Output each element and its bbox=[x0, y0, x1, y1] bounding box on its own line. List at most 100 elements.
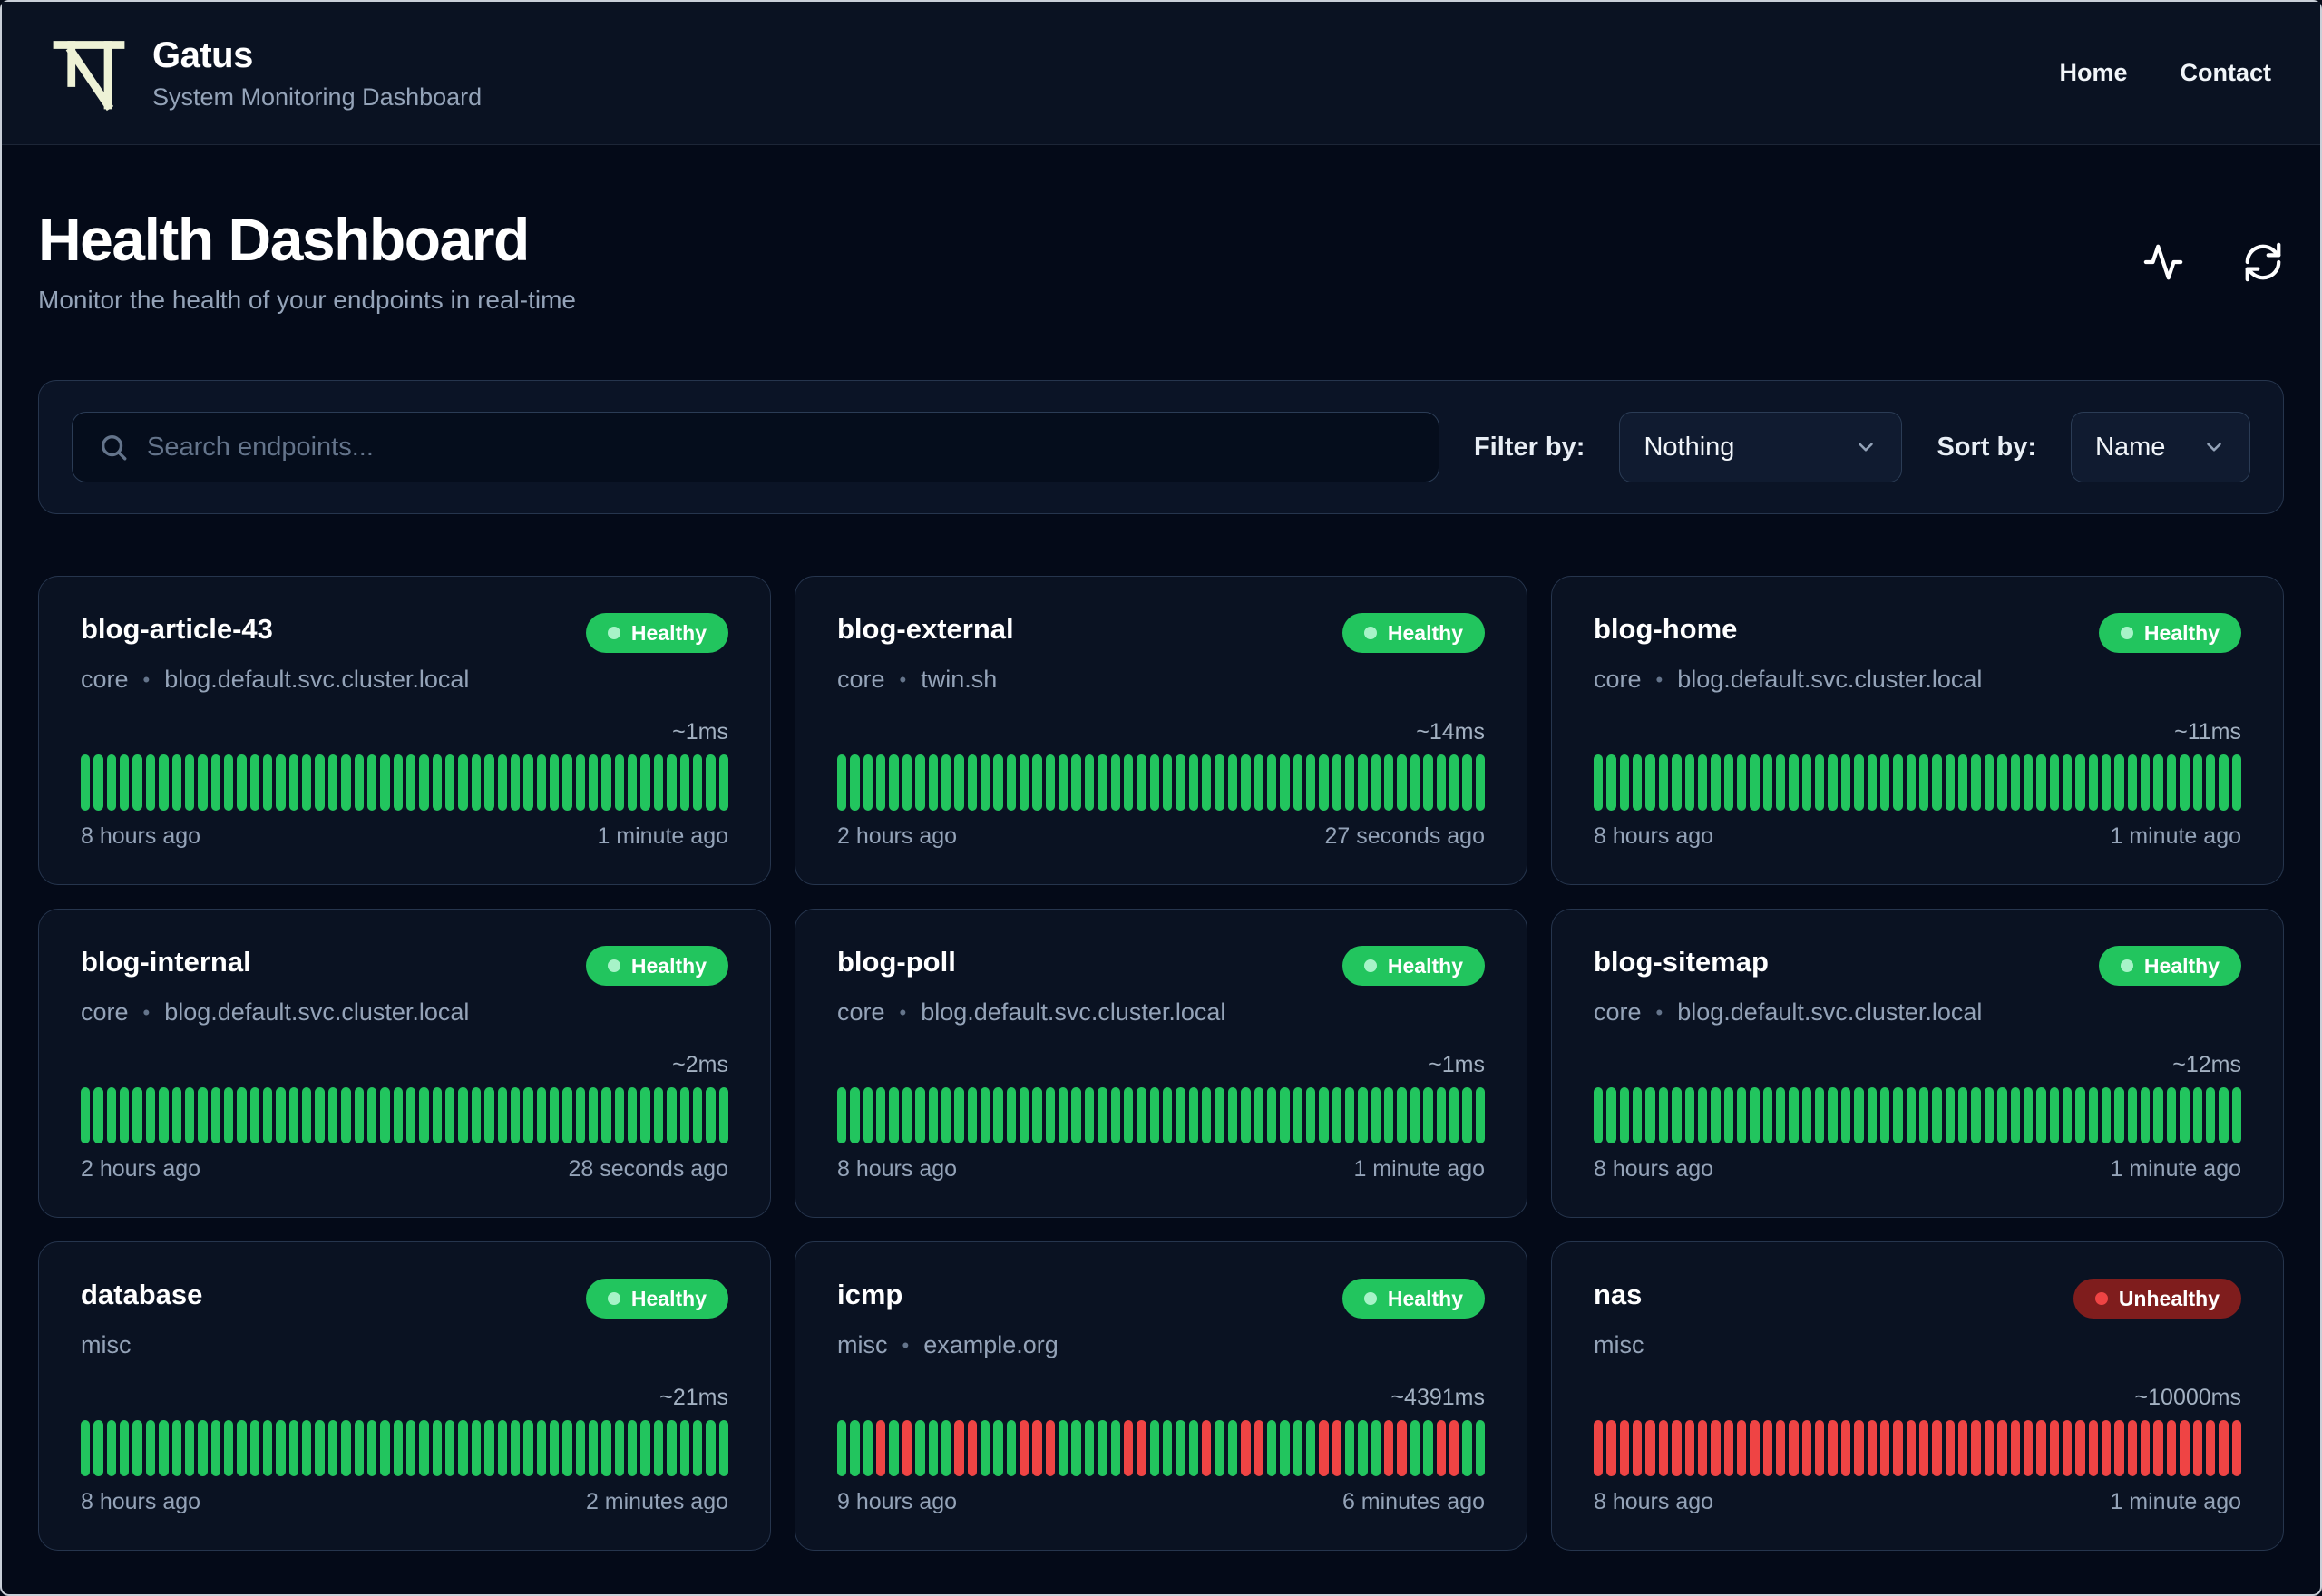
uptime-bar bbox=[1684, 1087, 1694, 1144]
uptime-bar bbox=[2049, 1087, 2059, 1144]
uptime-bar bbox=[1098, 1087, 1107, 1144]
uptime-bar bbox=[419, 1087, 429, 1144]
endpoint-name: nas bbox=[1594, 1279, 1643, 1311]
uptime-bar bbox=[1684, 754, 1694, 812]
uptime-bar bbox=[640, 754, 650, 812]
uptime-bar bbox=[1436, 1420, 1446, 1477]
uptime-bar bbox=[928, 1420, 938, 1477]
uptime-bar bbox=[536, 754, 546, 812]
status-label: Healthy bbox=[630, 1286, 707, 1310]
uptime-bar bbox=[2180, 754, 2190, 812]
uptime-bar bbox=[837, 1087, 847, 1144]
uptime-bar bbox=[1645, 1087, 1655, 1144]
uptime-bar bbox=[1997, 1087, 2007, 1144]
uptime-bar bbox=[171, 1087, 181, 1144]
uptime-bar bbox=[915, 1087, 925, 1144]
uptime-bars bbox=[1594, 1420, 2241, 1477]
uptime-bar bbox=[393, 1087, 403, 1144]
endpoint-meta: core • blog.default.svc.cluster.local bbox=[837, 998, 1485, 1027]
endpoint-name: blog-home bbox=[1594, 613, 1738, 646]
uptime-bar bbox=[1776, 1420, 1786, 1477]
uptime-bar bbox=[1867, 1420, 1877, 1477]
uptime-bar bbox=[2036, 754, 2046, 812]
uptime-bar bbox=[1697, 1420, 1708, 1477]
refresh-icon[interactable] bbox=[2242, 241, 2284, 283]
uptime-bar bbox=[1110, 1087, 1120, 1144]
uptime-bar bbox=[419, 754, 429, 812]
endpoint-card[interactable]: blog-article-43 Healthy core • blog.defa… bbox=[38, 576, 771, 886]
uptime-bar bbox=[1358, 1087, 1368, 1144]
uptime-bar bbox=[2075, 754, 2085, 812]
uptime-bar bbox=[497, 754, 507, 812]
uptime-bar bbox=[1059, 1087, 1068, 1144]
uptime-bar bbox=[1645, 1420, 1655, 1477]
sort-select[interactable]: Name bbox=[2071, 412, 2250, 483]
uptime-bar bbox=[288, 1420, 299, 1477]
uptime-bar bbox=[1266, 1087, 1277, 1144]
latency-label: ~1ms bbox=[1429, 1052, 1485, 1078]
uptime-bar bbox=[718, 754, 728, 812]
uptime-bar bbox=[159, 1087, 169, 1144]
uptime-bar bbox=[171, 754, 181, 812]
uptime-bar bbox=[1776, 754, 1786, 812]
time-range: 9 hours ago 6 minutes ago bbox=[837, 1489, 1485, 1515]
search-input[interactable] bbox=[147, 432, 1413, 462]
uptime-bar bbox=[1137, 754, 1146, 812]
uptime-bar bbox=[863, 1420, 873, 1477]
uptime-bar bbox=[497, 1420, 507, 1477]
endpoint-card[interactable]: icmp Healthy misc • example.org ~4391ms … bbox=[795, 1241, 1527, 1552]
endpoint-card[interactable]: nas Unhealthy misc • ~10000ms 8 hours ag… bbox=[1551, 1241, 2284, 1552]
uptime-bar bbox=[106, 1087, 117, 1144]
uptime-bar bbox=[132, 1420, 142, 1477]
uptime-bar bbox=[1345, 1087, 1355, 1144]
uptime-bar bbox=[1319, 1420, 1329, 1477]
endpoint-card[interactable]: blog-external Healthy core • twin.sh ~14… bbox=[795, 576, 1527, 886]
uptime-bar bbox=[1906, 1087, 1916, 1144]
range-start: 8 hours ago bbox=[81, 1489, 201, 1515]
uptime-bar bbox=[1436, 1087, 1446, 1144]
uptime-bar bbox=[718, 1087, 728, 1144]
endpoint-meta: core • blog.default.svc.cluster.local bbox=[81, 998, 728, 1027]
uptime-bar bbox=[184, 754, 195, 812]
uptime-bar bbox=[653, 1087, 664, 1144]
uptime-bar bbox=[1711, 1087, 1721, 1144]
uptime-bar bbox=[1776, 1087, 1786, 1144]
endpoint-card[interactable]: blog-poll Healthy core • blog.default.sv… bbox=[795, 909, 1527, 1219]
uptime-bar bbox=[993, 1087, 1003, 1144]
range-end: 1 minute ago bbox=[2110, 1156, 2241, 1182]
uptime-bar bbox=[1893, 1420, 1903, 1477]
uptime-bar bbox=[928, 754, 938, 812]
uptime-bar bbox=[1266, 754, 1277, 812]
uptime-bar bbox=[1828, 1087, 1838, 1144]
uptime-bar bbox=[954, 1420, 964, 1477]
uptime-bar bbox=[1932, 1087, 1942, 1144]
uptime-bar bbox=[184, 1087, 195, 1144]
activity-icon[interactable] bbox=[2142, 241, 2184, 283]
uptime-bar bbox=[1123, 754, 1134, 812]
range-start: 9 hours ago bbox=[837, 1489, 958, 1515]
uptime-bar bbox=[2141, 1420, 2151, 1477]
uptime-bar bbox=[1149, 1420, 1159, 1477]
endpoint-card[interactable]: blog-home Healthy core • blog.default.sv… bbox=[1551, 576, 2284, 886]
uptime-bar bbox=[458, 1420, 468, 1477]
uptime-bar bbox=[1280, 1420, 1290, 1477]
endpoint-card[interactable]: database Healthy misc • ~21ms 8 hours ag… bbox=[38, 1241, 771, 1552]
uptime-bar bbox=[1449, 1087, 1459, 1144]
nav-link-home[interactable]: Home bbox=[2059, 59, 2127, 87]
uptime-bar bbox=[210, 754, 220, 812]
uptime-bar bbox=[484, 754, 494, 812]
nav-link-contact[interactable]: Contact bbox=[2181, 59, 2272, 87]
uptime-bar bbox=[1371, 754, 1381, 812]
uptime-bar bbox=[1697, 1087, 1708, 1144]
endpoint-card[interactable]: blog-sitemap Healthy core • blog.default… bbox=[1551, 909, 2284, 1219]
uptime-bar bbox=[1384, 754, 1394, 812]
endpoint-card[interactable]: blog-internal Healthy core • blog.defaul… bbox=[38, 909, 771, 1219]
uptime-bars bbox=[81, 754, 728, 812]
uptime-bar bbox=[1227, 1087, 1238, 1144]
uptime-bar bbox=[210, 1420, 220, 1477]
filter-select[interactable]: Nothing bbox=[1619, 412, 1903, 483]
uptime-bar bbox=[249, 1420, 260, 1477]
uptime-bar bbox=[601, 1087, 611, 1144]
uptime-bar bbox=[223, 1420, 234, 1477]
uptime-bar bbox=[1006, 754, 1017, 812]
